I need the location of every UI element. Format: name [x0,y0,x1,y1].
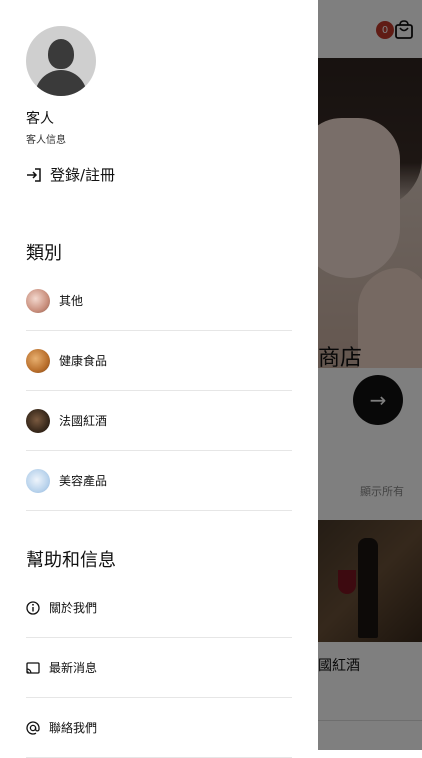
help-item-latest-news[interactable]: 最新消息 [26,638,292,698]
category-item-health-food[interactable]: 健康食品 [26,331,292,391]
category-label: 法國紅酒 [59,414,108,428]
login-register-label: 登錄/註冊 [50,166,116,184]
info-icon [26,600,40,615]
login-register-button[interactable]: 登錄/註冊 [26,164,115,185]
category-thumbnail [26,468,50,493]
help-item-label: 最新消息 [49,661,98,675]
at-icon [26,720,40,735]
avatar [26,26,96,96]
help-info-title: 幫助和信息 [26,550,116,571]
categories-title: 類別 [26,243,62,264]
help-item-about-us[interactable]: 關於我們 [26,578,292,638]
user-name: 客人 [26,111,54,127]
category-label: 其他 [59,294,84,308]
category-thumbnail [26,408,50,433]
side-drawer: 客人 客人信息 登錄/註冊 類別 其他 健康食品 法國紅酒 美容產品 幫助和信息… [0,0,318,758]
login-icon [27,167,41,182]
help-item-label: 聯絡我們 [49,721,98,735]
category-item-beauty[interactable]: 美容產品 [26,451,292,511]
cast-icon [26,661,40,675]
category-item-french-wine[interactable]: 法國紅酒 [26,391,292,451]
category-thumbnail [26,348,50,373]
category-label: 健康食品 [59,354,108,368]
help-item-contact-us[interactable]: 聯絡我們 [26,698,292,758]
category-item-other[interactable]: 其他 [26,271,292,331]
help-item-label: 關於我們 [49,601,98,615]
category-thumbnail [26,288,50,313]
category-label: 美容產品 [59,474,108,488]
user-info-label: 客人信息 [26,135,66,146]
